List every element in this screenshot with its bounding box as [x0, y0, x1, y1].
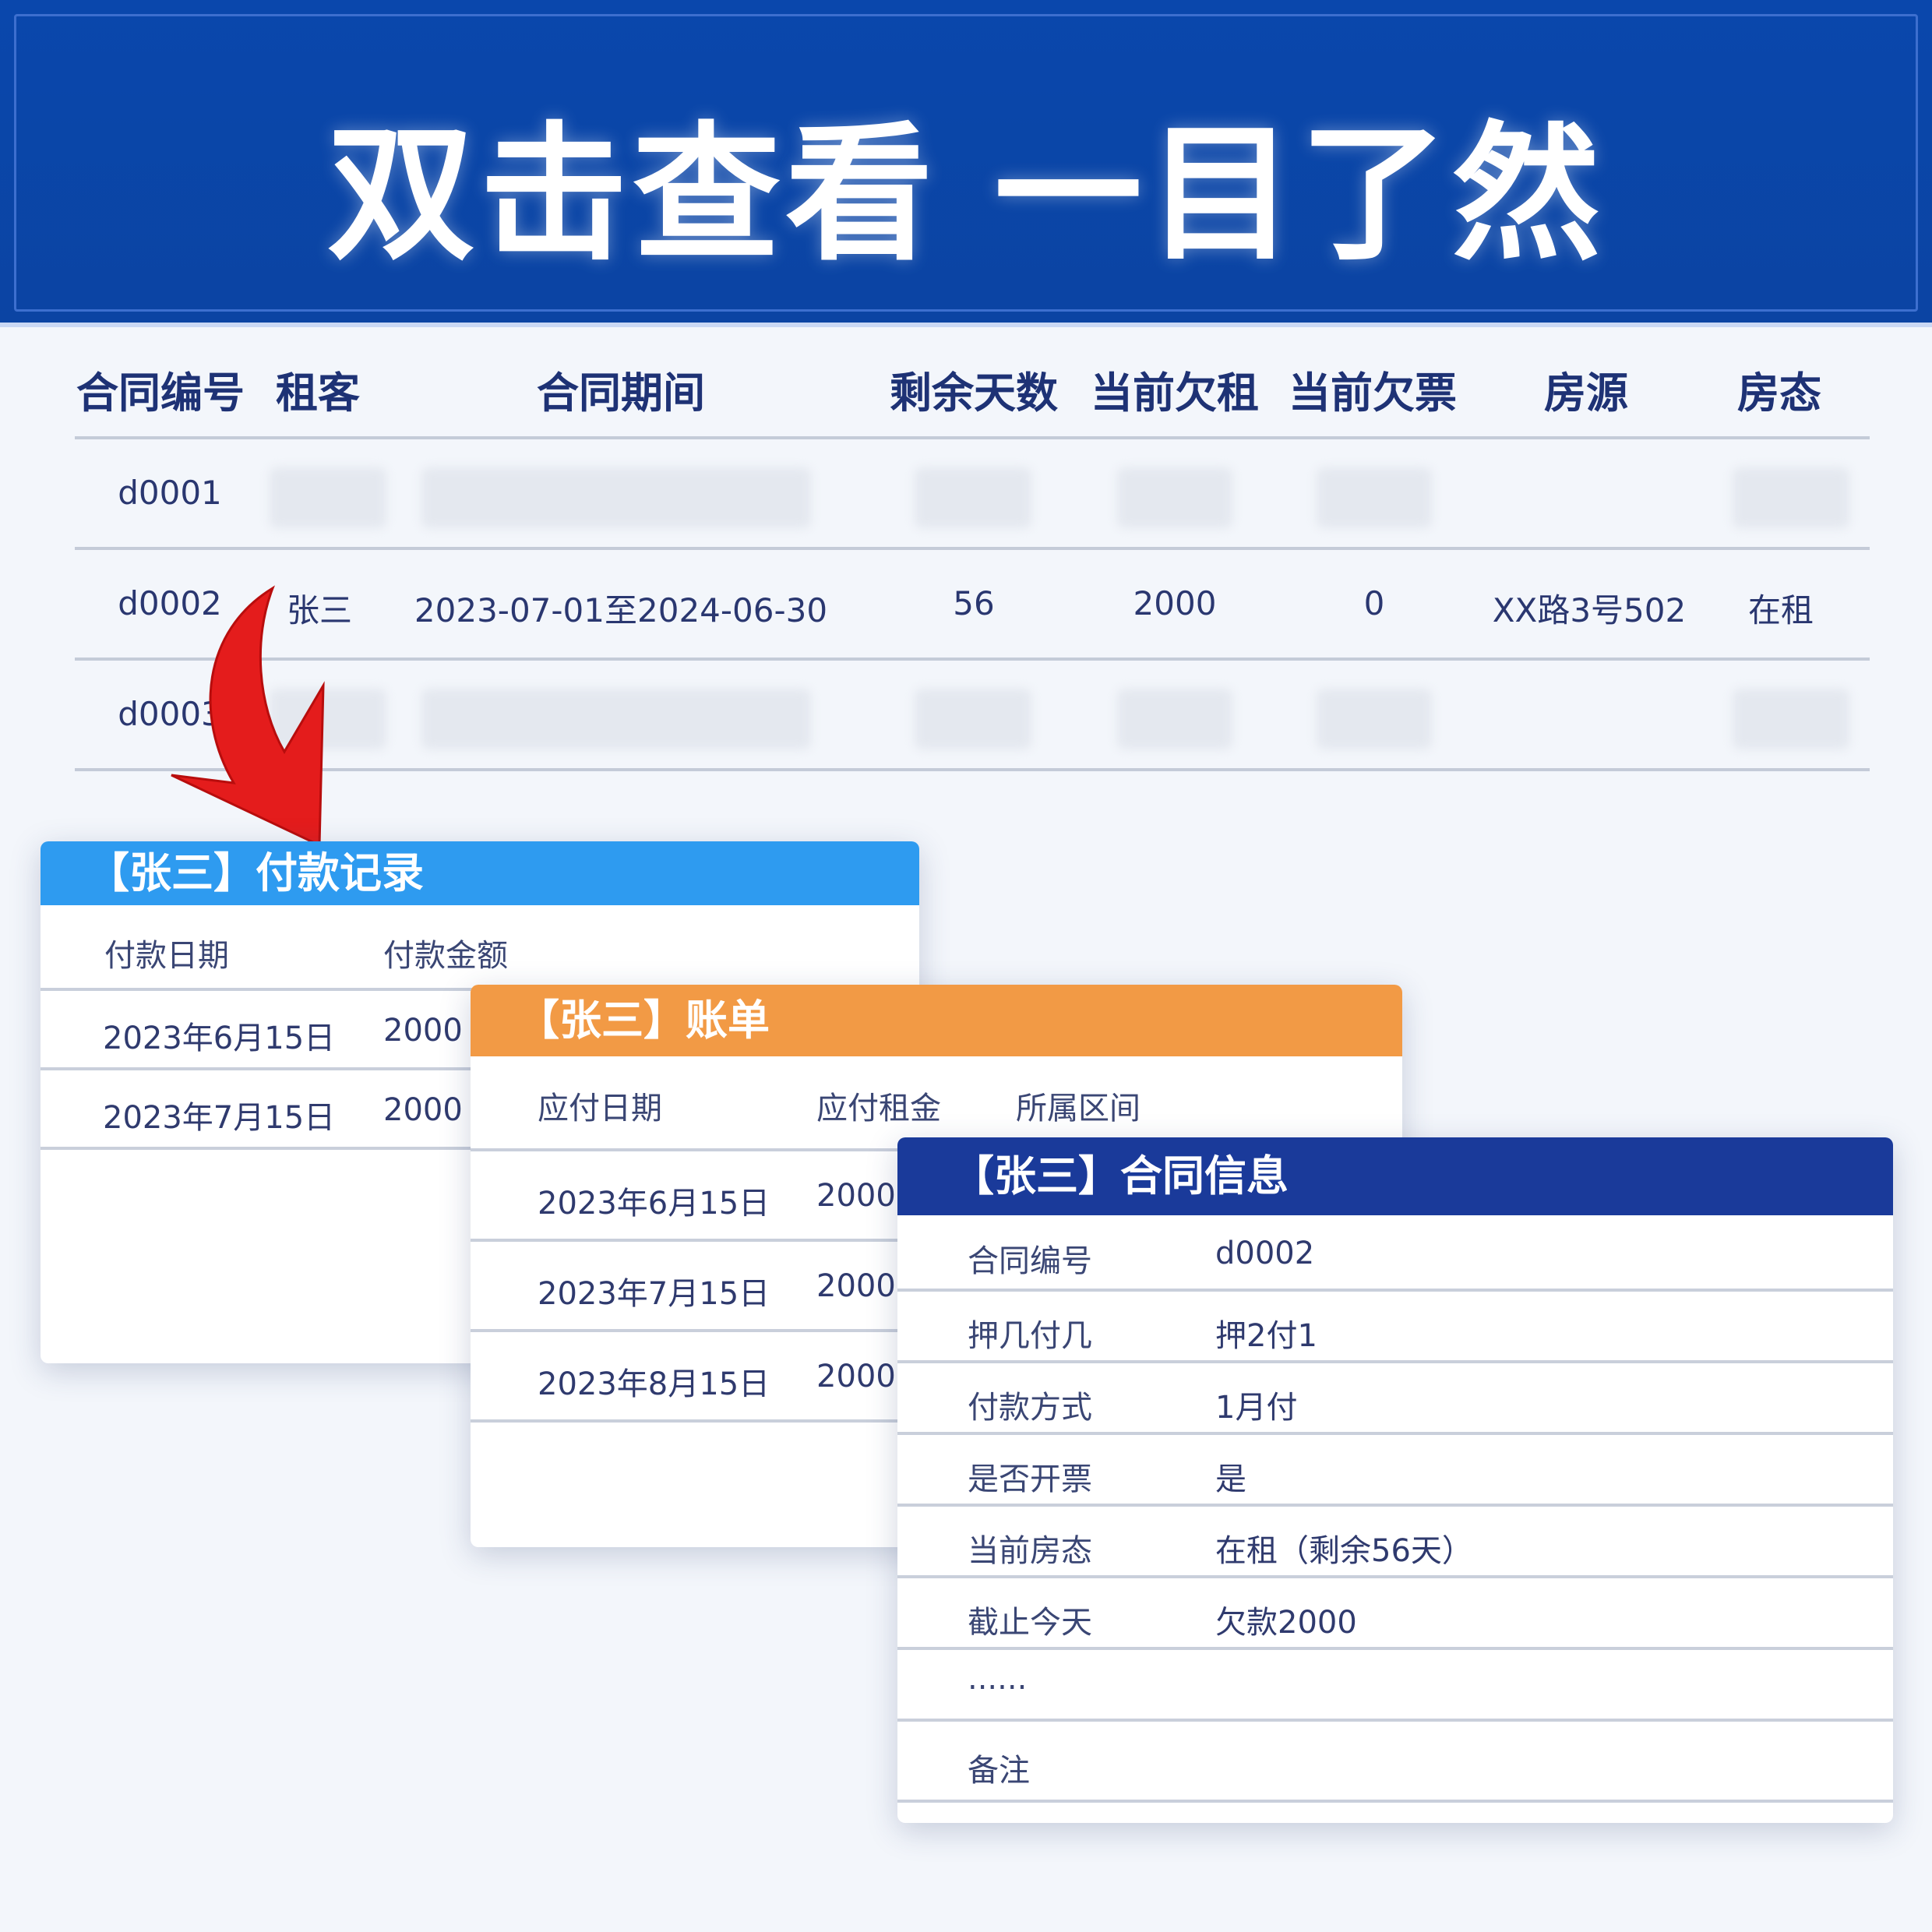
- info-value: d0002: [1215, 1236, 1315, 1271]
- info-row: 是否开票 是: [897, 1435, 1893, 1507]
- info-label: ......: [968, 1661, 1028, 1697]
- info-value: 在租（剩余56天）: [1215, 1533, 1473, 1569]
- table-row[interactable]: d0001: [75, 436, 1870, 547]
- table-header: 合同编号 租客 合同期间 剩余天数 当前欠租 当前欠票 房源 房态: [75, 335, 1870, 436]
- header-days-left: 剩余天数: [890, 368, 1058, 418]
- info-label: 备注: [968, 1753, 1030, 1789]
- info-row: ......: [897, 1650, 1893, 1722]
- banner-title: 双击查看 一目了然: [326, 108, 1606, 280]
- contract-info-title: 【张三】合同信息: [897, 1137, 1893, 1215]
- header-period-range: 所属区间: [1016, 1091, 1141, 1126]
- info-row: 押几付几 押2付1: [897, 1292, 1893, 1363]
- cell-days-left: 56: [953, 584, 995, 622]
- payment-amount: 2000: [383, 1013, 463, 1049]
- cell-status: 在租: [1747, 591, 1814, 629]
- blurred-cell: [1733, 467, 1849, 528]
- info-label: 截止今天: [968, 1605, 1092, 1641]
- header-contract-id: 合同编号: [76, 368, 245, 418]
- blurred-cell: [1117, 689, 1232, 749]
- blurred-cell: [421, 467, 811, 528]
- blurred-cell: [1317, 689, 1432, 749]
- info-row: 当前房态 在租（剩余56天）: [897, 1507, 1893, 1578]
- blurred-cell: [1317, 467, 1432, 528]
- header-rent-due: 当前欠租: [1091, 368, 1259, 418]
- payment-header-row: 付款日期 付款金额: [41, 905, 919, 991]
- contract-table: 合同编号 租客 合同期间 剩余天数 当前欠租 当前欠票 房源 房态 d0001 …: [75, 335, 1870, 771]
- bills-title: 【张三】账单: [471, 985, 1402, 1056]
- info-row: 合同编号 d0002: [897, 1215, 1893, 1292]
- payment-date: 2023年6月15日: [103, 1021, 336, 1056]
- payment-amount: 2000: [383, 1092, 463, 1128]
- header-invoice-due: 当前欠票: [1289, 368, 1457, 418]
- header-period: 合同期间: [537, 368, 705, 418]
- blurred-cell: [270, 467, 386, 528]
- info-value: 欠款2000: [1215, 1605, 1357, 1641]
- header-property: 房源: [1544, 368, 1628, 418]
- payment-date: 2023年7月15日: [103, 1100, 336, 1136]
- header-payment-amount: 付款金额: [383, 938, 508, 974]
- bill-date: 2023年6月15日: [538, 1186, 770, 1222]
- header-tenant: 租客: [276, 368, 360, 418]
- info-label: 付款方式: [968, 1390, 1092, 1426]
- bill-date: 2023年8月15日: [538, 1366, 770, 1402]
- info-label: 押几付几: [968, 1318, 1092, 1354]
- header-status: 房态: [1737, 368, 1821, 418]
- info-value: 押2付1: [1215, 1318, 1317, 1354]
- info-row: 截止今天 欠款2000: [897, 1578, 1893, 1650]
- header-due-rent: 应付租金: [816, 1091, 941, 1126]
- contract-info-card: 【张三】合同信息 合同编号 d0002 押几付几 押2付1 付款方式 1月付 是…: [897, 1137, 1893, 1823]
- info-label: 当前房态: [968, 1533, 1092, 1569]
- blurred-cell: [1733, 689, 1849, 749]
- info-row: 付款方式 1月付: [897, 1363, 1893, 1435]
- bill-date: 2023年7月15日: [538, 1276, 770, 1312]
- blurred-cell: [1117, 467, 1232, 528]
- blurred-cell: [915, 467, 1031, 528]
- cell-property: XX路3号502: [1492, 591, 1687, 629]
- info-value: 是: [1215, 1461, 1246, 1497]
- bill-amount: 2000: [816, 1359, 896, 1394]
- info-label: 合同编号: [968, 1243, 1092, 1279]
- blurred-cell: [915, 689, 1031, 749]
- header-payment-date: 付款日期: [104, 938, 229, 974]
- red-arrow-icon: [171, 585, 325, 848]
- bill-amount: 2000: [816, 1268, 896, 1304]
- blurred-cell: [421, 689, 811, 749]
- cell-invoice-due: 0: [1363, 584, 1385, 622]
- info-value: 1月付: [1215, 1390, 1298, 1426]
- info-label: 是否开票: [968, 1461, 1092, 1497]
- cell-contract-id: d0001: [118, 474, 222, 512]
- header-due-date: 应付日期: [538, 1091, 662, 1126]
- table-row[interactable]: d0002 张三 2023-07-01至2024-06-30 56 2000 0…: [75, 547, 1870, 658]
- cell-period: 2023-07-01至2024-06-30: [414, 591, 828, 629]
- payment-records-title: 【张三】付款记录: [41, 841, 919, 905]
- cell-rent-due: 2000: [1133, 584, 1217, 622]
- title-banner: 双击查看 一目了然: [0, 0, 1932, 327]
- info-row: 备注: [897, 1722, 1893, 1803]
- table-row[interactable]: d0003: [75, 658, 1870, 771]
- bill-amount: 2000: [816, 1178, 896, 1214]
